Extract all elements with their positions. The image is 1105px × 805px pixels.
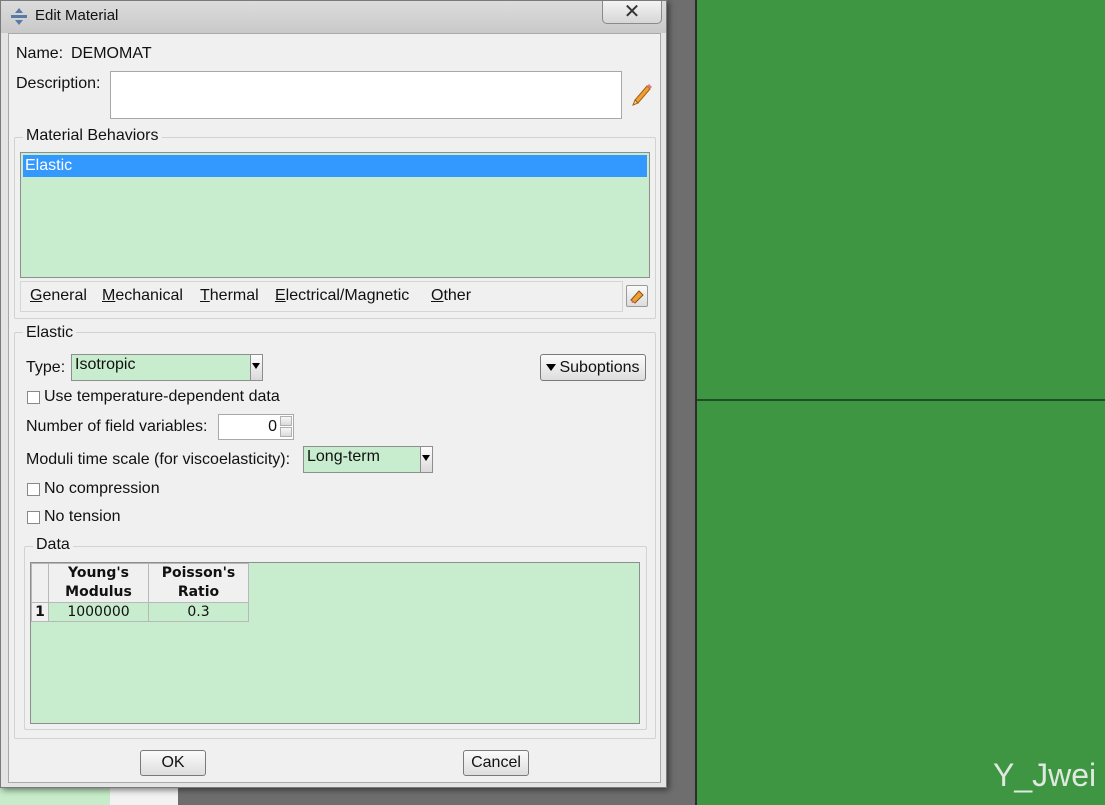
menu-other[interactable]: Other	[431, 287, 471, 305]
material-behaviors-label: Material Behaviors	[23, 127, 162, 145]
elastic-label: Elastic	[23, 324, 77, 342]
type-select[interactable]: Isotropic	[71, 354, 263, 381]
table-header-row: Young's Modulus Poisson's Ratio	[31, 563, 249, 603]
edit-material-dialog: Edit Material ✕ Name: DEMOMAT Descriptio…	[0, 0, 667, 788]
data-label: Data	[33, 536, 73, 554]
title-bar[interactable]: Edit Material ✕	[1, 1, 666, 33]
table-cell[interactable]: 1000000	[48, 602, 149, 622]
temp-dependent-checkbox[interactable]	[27, 391, 40, 404]
dialog-body: Name: DEMOMAT Description: Material Beha…	[8, 33, 661, 783]
field-variables-label: Number of field variables:	[26, 418, 208, 435]
no-compression-checkbox[interactable]	[27, 483, 40, 496]
field-variables-value: 0	[268, 418, 277, 435]
pencil-icon[interactable]	[630, 82, 652, 106]
no-tension-checkbox[interactable]	[27, 511, 40, 524]
behavior-menu-bar: General Mechanical Thermal Electrical/Ma…	[20, 281, 623, 312]
cancel-button[interactable]: Cancel	[463, 750, 529, 776]
description-field[interactable]	[110, 71, 622, 119]
name-label: Name:	[16, 45, 64, 62]
close-icon: ✕	[623, 0, 641, 23]
no-tension-label: No tension	[44, 508, 121, 525]
column-header-youngs-modulus[interactable]: Young's Modulus	[48, 563, 149, 603]
list-item[interactable]: Elastic	[23, 155, 647, 177]
material-name: DEMOMAT	[71, 45, 152, 62]
watermark-text: Y_Jwei	[993, 757, 1097, 793]
moduli-time-scale-label: Moduli time scale (for viscoelasticity):	[26, 451, 291, 468]
chevron-down-icon	[420, 447, 432, 472]
graphics-viewport[interactable]	[697, 0, 1105, 805]
row-header-corner	[31, 563, 49, 603]
type-label: Type:	[26, 359, 66, 376]
data-table-area[interactable]: Young's Modulus Poisson's Ratio 1 1000000 …	[30, 562, 640, 724]
menu-general[interactable]: General	[30, 287, 87, 305]
moduli-time-scale-select[interactable]: Long-term	[303, 446, 433, 473]
viewport-border	[695, 0, 697, 805]
close-button[interactable]: ✕	[602, 1, 662, 24]
moduli-time-scale-value: Long-term	[307, 448, 380, 465]
row-number: 1	[31, 602, 49, 622]
menu-electrical-magnetic[interactable]: Electrical/Magnetic	[275, 287, 409, 305]
description-label: Description:	[16, 75, 101, 92]
data-table: Young's Modulus Poisson's Ratio 1 1000000 …	[31, 563, 249, 622]
column-header-poissons-ratio[interactable]: Poisson's Ratio	[148, 563, 249, 603]
table-row: 1 1000000 0.3	[31, 602, 249, 622]
caret-down-icon	[546, 364, 557, 372]
window-title: Edit Material	[35, 7, 119, 24]
table-cell[interactable]: 0.3	[148, 602, 249, 622]
ok-button[interactable]: OK	[140, 750, 206, 776]
suboptions-button[interactable]: Suboptions	[540, 354, 646, 381]
eraser-button[interactable]	[626, 285, 648, 307]
type-value: Isotropic	[75, 356, 136, 373]
menu-thermal[interactable]: Thermal	[200, 287, 259, 305]
spin-up-icon[interactable]	[280, 416, 292, 426]
app-icon	[11, 8, 27, 25]
behavior-list[interactable]: Elastic	[20, 152, 650, 278]
eraser-icon	[630, 290, 644, 304]
field-variables-stepper[interactable]: 0	[218, 414, 294, 440]
menu-mechanical[interactable]: Mechanical	[102, 287, 183, 305]
viewport-divider	[697, 399, 1105, 401]
chevron-down-icon	[250, 355, 262, 380]
temp-dependent-label: Use temperature-dependent data	[44, 388, 280, 405]
spin-down-icon[interactable]	[280, 427, 292, 437]
no-compression-label: No compression	[44, 480, 160, 497]
